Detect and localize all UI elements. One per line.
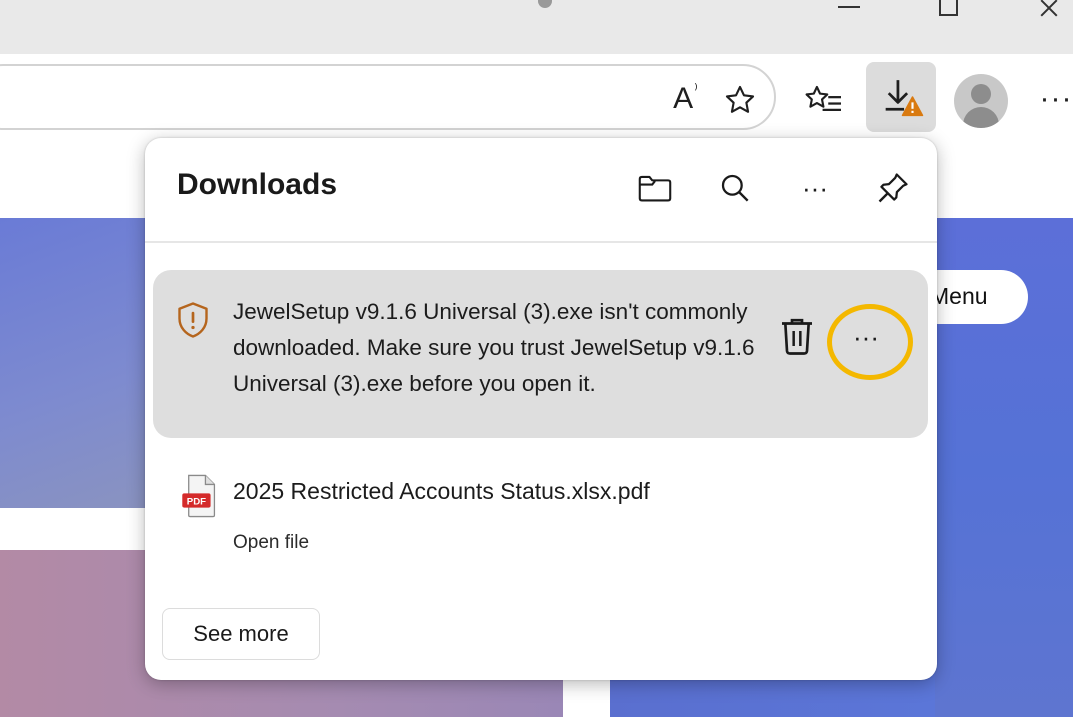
- star-icon: [725, 85, 755, 113]
- search-icon: [721, 174, 749, 202]
- pin-downloads-button[interactable]: [871, 166, 915, 210]
- more-icon: ···: [802, 172, 828, 203]
- warning-message: JewelSetup v9.1.6 Universal (3).exe isn'…: [233, 294, 763, 402]
- open-downloads-folder-button[interactable]: [633, 166, 677, 210]
- minimize-button[interactable]: [830, 0, 870, 22]
- delete-download-button[interactable]: [777, 314, 817, 358]
- profile-avatar[interactable]: [954, 74, 1008, 128]
- tab-indicator: [538, 0, 552, 8]
- file-name[interactable]: 2025 Restricted Accounts Status.xlsx.pdf: [233, 478, 650, 505]
- downloads-flyout: Downloads ··· JewelSetup v9.1.6 Universa…: [145, 138, 937, 680]
- search-downloads-button[interactable]: [713, 166, 757, 210]
- warning-line: downloaded. Make sure you trust JewelSet…: [233, 335, 755, 360]
- read-aloud-icon: A: [673, 82, 694, 115]
- warning-line: Universal (3).exe before you open it.: [233, 371, 596, 396]
- pdf-file-icon: PDF: [182, 474, 216, 518]
- add-favorite-button[interactable]: [718, 78, 762, 122]
- restore-button[interactable]: [930, 0, 970, 22]
- folder-icon: [638, 175, 672, 202]
- open-file-link[interactable]: Open file: [233, 532, 309, 554]
- favorites-icon: [805, 85, 841, 112]
- see-more-button[interactable]: See more: [162, 608, 320, 660]
- download-icon: [885, 80, 924, 117]
- title-bar: [0, 0, 1073, 54]
- favorites-button[interactable]: [800, 78, 848, 122]
- pin-icon: [878, 173, 908, 203]
- more-icon: ···: [1039, 82, 1073, 115]
- browser-window: A ⁾ ··· Menu Downloads ··· JewelSetup v9…: [0, 0, 1073, 717]
- profile-icon-body: [963, 107, 999, 128]
- download-item-warning[interactable]: JewelSetup v9.1.6 Universal (3).exe isn'…: [153, 270, 928, 438]
- warning-line: JewelSetup v9.1.6 Universal (3).exe isn'…: [233, 299, 748, 324]
- warning-shield-icon: [178, 302, 208, 338]
- download-item-file[interactable]: PDF 2025 Restricted Accounts Status.xlsx…: [181, 468, 881, 568]
- page-banner-left: [0, 218, 150, 508]
- downloads-button[interactable]: [866, 62, 936, 132]
- pdf-badge-text: PDF: [187, 496, 206, 507]
- settings-more-button[interactable]: ···: [1036, 74, 1073, 124]
- highlight-circle: [827, 304, 913, 380]
- downloads-more-options-button[interactable]: ···: [793, 166, 837, 210]
- downloads-title: Downloads: [177, 168, 338, 201]
- close-window-button[interactable]: [1030, 0, 1070, 22]
- profile-icon: [971, 84, 991, 104]
- read-aloud-waves: ⁾: [694, 81, 698, 98]
- header-divider: [145, 241, 937, 243]
- read-aloud-button[interactable]: A ⁾: [660, 80, 710, 118]
